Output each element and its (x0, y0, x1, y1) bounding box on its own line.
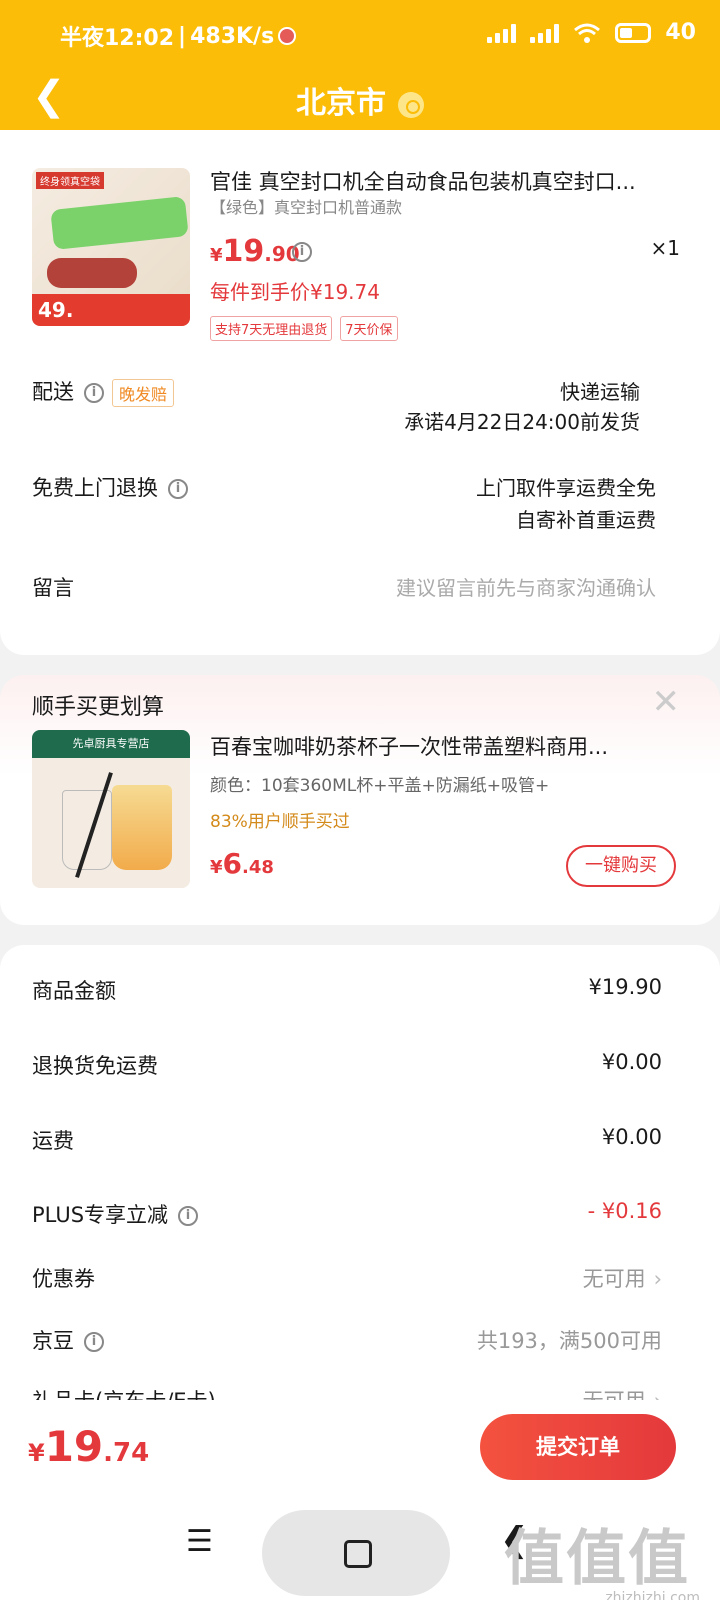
product-image[interactable]: 终身领真空袋 49. (32, 168, 190, 326)
shipping-fee-value: ¥0.00 (601, 1125, 662, 1149)
signal-icon-2 (530, 23, 560, 43)
product-sku: 【绿色】真空封口机普通款 (210, 198, 403, 217)
home-button[interactable] (262, 1510, 450, 1596)
summary-row: 商品金额 ¥19.90 (32, 975, 662, 1015)
service-tags: 支持7天无理由退货 7天价保 (210, 316, 398, 341)
jingdou-label-wrap: 京豆 i (32, 1325, 104, 1355)
plus-discount-label: PLUS专享立减 (32, 1203, 169, 1227)
return-tag: 支持7天无理由退货 (210, 316, 333, 341)
jingdou-label: 京豆 (32, 1329, 74, 1353)
status-left: 半夜12:02 | 483K/s (60, 20, 297, 52)
return-service-row: 免费上门退换 i (32, 472, 188, 502)
plus-discount-value: - ¥0.16 (587, 1199, 662, 1223)
price-protect-tag: 7天价保 (340, 316, 398, 341)
image-tag: 终身领真空袋 (36, 172, 104, 189)
addon-price: ¥6.48 (210, 847, 274, 880)
addon-image[interactable]: 先卓厨具专营店 (32, 730, 190, 888)
watermark-logo: 值值值 (504, 1524, 690, 1594)
summary-row: PLUS专享立减 i - ¥0.16 (32, 1199, 662, 1239)
shipping-fee-label: 运费 (32, 1129, 74, 1153)
watermark-text: zhizhizhi.com (605, 1590, 700, 1600)
total-price: ¥19.74 (28, 1422, 150, 1471)
city-name: 北京市 (296, 86, 386, 121)
addon-section-title: 顺手买更划算 (32, 695, 165, 720)
addon-card: 顺手买更划算 ✕ 先卓厨具专营店 百春宝咖啡奶茶杯子一次性带盖塑料商用... 颜… (0, 675, 720, 925)
addon-spec[interactable]: 颜色：10套360ML杯+平盖+防漏纸+吸管+ (210, 771, 549, 796)
delivery-info-icon[interactable]: i (84, 383, 104, 403)
summary-row: 运费 ¥0.00 (32, 1125, 662, 1165)
network-speed: 483K/s (190, 23, 275, 49)
close-icon[interactable]: ✕ (652, 685, 681, 719)
order-item-card: 终身领真空袋 49. 官佳 真空封口机全自动食品包装机真空封口... 【绿色】真… (0, 130, 720, 655)
late-compensation-badge: 晚发赔 (112, 379, 175, 407)
product-quantity: ×1 (650, 236, 680, 260)
message-label: 留言 (32, 576, 74, 600)
return-service-label: 免费上门退换 (32, 476, 158, 500)
coupon-value-wrap: 无可用 › (583, 1263, 662, 1293)
status-right: 40 (487, 20, 696, 45)
return-line2: 自寄补首重运费 (516, 508, 656, 532)
addon-bought-rate: 83%用户顺手买过 (210, 812, 350, 832)
coupon-value: 无可用 (582, 1267, 646, 1291)
one-click-buy-button[interactable]: 一键购买 (566, 845, 676, 887)
battery-level: 40 (665, 20, 696, 45)
signal-icon (487, 23, 517, 43)
addon-name[interactable]: 百春宝咖啡奶茶杯子一次性带盖塑料商用... (210, 731, 680, 761)
delivery-promise: 承诺4月22日24:00前发货 (404, 410, 640, 434)
image-price-tag: 49. (32, 294, 190, 326)
menu-icon[interactable]: ☰ (186, 1527, 214, 1557)
summary-row: 退换货免运费 ¥0.00 (32, 1050, 662, 1090)
wifi-icon (574, 23, 601, 43)
goods-amount-label: 商品金额 (32, 979, 116, 1003)
notification-icon (278, 27, 297, 45)
battery-icon (615, 22, 652, 43)
coupon-row[interactable]: 优惠券 无可用 › (32, 1263, 662, 1303)
product-title[interactable]: 官佳 真空封口机全自动食品包装机真空封口... (210, 166, 690, 196)
location-icon (398, 91, 424, 118)
price-info-icon[interactable]: i (292, 240, 312, 262)
jingdou-row[interactable]: 京豆 i 共193，满500可用 (32, 1325, 662, 1365)
submit-order-button[interactable]: 提交订单 (480, 1414, 676, 1480)
return-freight-label: 退换货免运费 (32, 1054, 158, 1078)
system-nav-bar: ☰ ❮ 值值值 zhizhizhi.com (0, 1510, 720, 1600)
return-line1: 上门取件享运费全免 (476, 476, 656, 500)
price-summary-card: 商品金额 ¥19.90 退换货免运费 ¥0.00 运费 ¥0.00 PLUS专享… (0, 945, 720, 1445)
goods-amount-value: ¥19.90 (588, 975, 662, 999)
delivery-label-row: 配送 i 晚发赔 (32, 376, 175, 407)
addon-image-banner: 先卓厨具专营店 (32, 730, 190, 758)
final-price: 每件到手价¥19.74 (210, 280, 380, 304)
return-freight-value: ¥0.00 (601, 1050, 662, 1074)
status-time: 半夜12:02 (60, 26, 175, 51)
plus-info-icon[interactable]: i (178, 1206, 199, 1226)
message-input[interactable]: 建议留言前先与商家沟通确认 (396, 572, 656, 601)
plus-discount-label-wrap: PLUS专享立减 i (32, 1199, 199, 1229)
checkout-bar: ¥19.74 提交订单 ☰ ❮ 值值值 zhizhizhi.com (0, 1400, 720, 1600)
chevron-right-icon: › (653, 1267, 662, 1291)
return-info-icon[interactable]: i (168, 479, 188, 499)
jingdou-value: 共193，满500可用 (476, 1329, 662, 1353)
coupon-label: 优惠券 (32, 1267, 95, 1291)
status-bar: 半夜12:02 | 483K/s 40 (0, 0, 720, 70)
delivery-method[interactable]: 快递运输 (560, 376, 640, 405)
page-title[interactable]: 北京市 (0, 78, 720, 122)
header: 半夜12:02 | 483K/s 40 ❮ 北京市 (0, 0, 720, 140)
jingdou-info-icon[interactable]: i (84, 1332, 104, 1352)
product-price: ¥19.90 (210, 234, 300, 269)
delivery-label: 配送 (32, 380, 74, 404)
